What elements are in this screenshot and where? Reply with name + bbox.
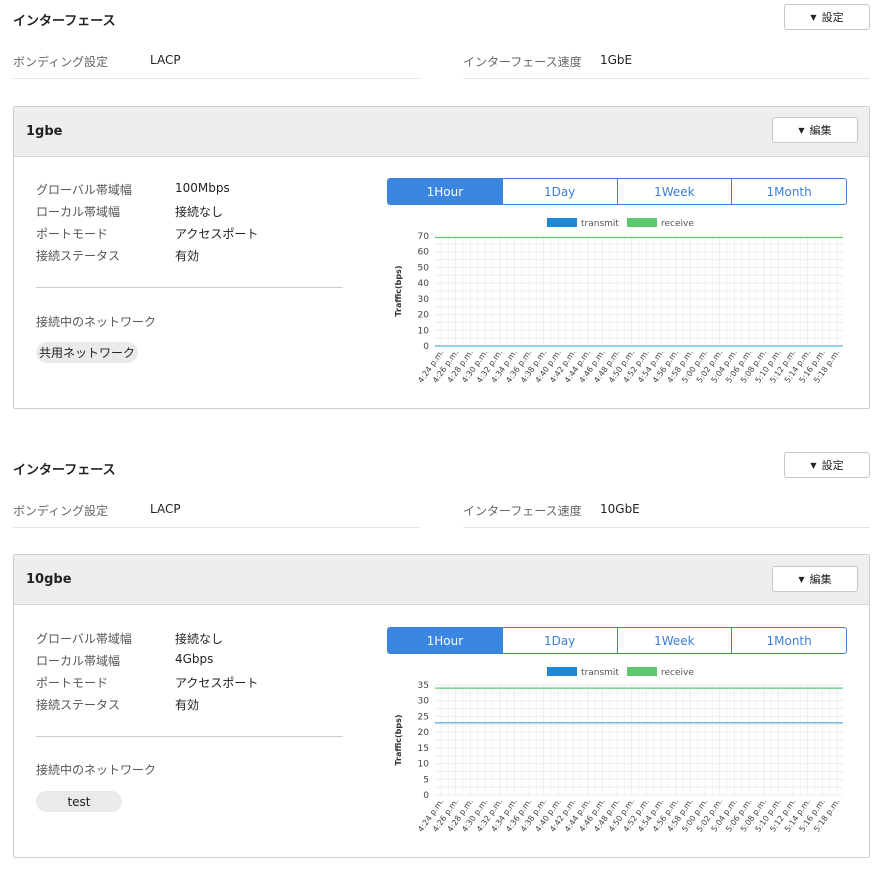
y-axis-label: Traffic(bps) [394, 714, 403, 765]
port-mode-label: ポートモード [36, 676, 109, 690]
divider [36, 736, 343, 737]
card-title: 10gbe [26, 572, 72, 587]
global-bandwidth-label: グローバル帯域幅 [36, 183, 132, 197]
connected-network-label: 接続中のネットワーク [36, 763, 157, 777]
global-bandwidth-label: グローバル帯域幅 [36, 632, 132, 646]
interface-speed-row: インターフェース速度 1GbE [463, 53, 870, 79]
connection-status-label: 接続ステータス [36, 249, 121, 263]
connected-network-label: 接続中のネットワーク [36, 315, 157, 329]
y-tick-label: 15 [418, 744, 429, 754]
tab-1week[interactable]: 1Week [616, 179, 732, 204]
bonding-setting-value: LACP [150, 502, 181, 516]
y-tick-label: 20 [418, 728, 430, 738]
settings-button-label: 設定 [821, 459, 844, 472]
port-mode-value: アクセスポート [175, 676, 259, 690]
connection-status-label: 接続ステータス [36, 698, 121, 712]
legend-label-transmit: transmit [581, 219, 619, 229]
interface-card: 1gbe ▼ 編集 グローバル帯域幅 100Mbps ローカル帯域幅 接続なし … [13, 106, 870, 409]
y-tick-label: 20 [418, 311, 430, 321]
time-range-tabs: 1Hour 1Day 1Week 1Month [387, 178, 847, 205]
caret-down-icon: ▼ [798, 125, 805, 135]
tab-1week[interactable]: 1Week [616, 628, 732, 653]
settings-button[interactable]: ▼ 設定 [784, 4, 870, 30]
bonding-setting-value: LACP [150, 53, 181, 67]
legend-swatch-transmit [547, 667, 577, 676]
local-bandwidth-label: ローカル帯域幅 [36, 654, 121, 668]
tab-1month[interactable]: 1Month [731, 179, 846, 204]
y-tick-label: 0 [423, 791, 429, 801]
y-tick-label: 70 [418, 232, 430, 242]
bonding-setting-label: ボンディング設定 [13, 55, 109, 69]
y-tick-label: 0 [423, 342, 429, 352]
legend-label-transmit: transmit [581, 668, 619, 678]
interface-speed-row: インターフェース速度 10GbE [463, 502, 870, 528]
y-tick-label: 60 [418, 248, 430, 258]
global-bandwidth-value: 100Mbps [175, 181, 230, 195]
tab-1hour[interactable]: 1Hour [388, 628, 502, 653]
bonding-setting-row: ボンディング設定 LACP [13, 502, 420, 528]
legend-swatch-transmit [547, 218, 577, 227]
bonding-setting-row: ボンディング設定 LACP [13, 53, 420, 79]
y-tick-label: 50 [418, 263, 430, 273]
edit-button-label: 編集 [809, 573, 832, 586]
local-bandwidth-value: 4Gbps [175, 652, 214, 666]
tab-1day[interactable]: 1Day [501, 179, 617, 204]
interface-speed-value: 10GbE [600, 502, 640, 516]
interface-section-1gbe: インターフェース ▼ 設定 ボンディング設定 LACP インターフェース速度 1… [0, 0, 881, 420]
y-tick-label: 25 [418, 712, 429, 722]
y-tick-label: 40 [418, 279, 430, 289]
tab-1day[interactable]: 1Day [501, 628, 617, 653]
local-bandwidth-label: ローカル帯域幅 [36, 205, 121, 219]
card-header: 1gbe ▼ 編集 [14, 107, 869, 157]
caret-down-icon: ▼ [810, 460, 817, 470]
interface-speed-value: 1GbE [600, 53, 633, 67]
traffic-chart: transmit receive 0 5 10 15 20 25 30 35 Traffic(bps… [394, 667, 843, 834]
legend-label-receive: receive [661, 219, 694, 229]
y-tick-label: 30 [418, 295, 430, 305]
card-title: 1gbe [26, 124, 63, 139]
legend-swatch-receive [627, 218, 657, 227]
y-tick-label: 5 [423, 775, 429, 785]
y-tick-label: 10 [418, 326, 430, 336]
connection-status-value: 有効 [175, 249, 200, 263]
y-tick-label: 30 [418, 697, 430, 707]
divider [36, 287, 343, 288]
caret-down-icon: ▼ [810, 12, 817, 22]
y-tick-label: 10 [418, 760, 430, 770]
edit-button[interactable]: ▼ 編集 [772, 117, 858, 143]
caret-down-icon: ▼ [798, 574, 805, 584]
legend-swatch-receive [627, 667, 657, 676]
local-bandwidth-value: 接続なし [175, 205, 224, 219]
connection-status-value: 有効 [175, 698, 200, 712]
global-bandwidth-value: 接続なし [175, 632, 224, 646]
tab-1month[interactable]: 1Month [731, 628, 846, 653]
bonding-setting-label: ボンディング設定 [13, 504, 109, 518]
network-chip[interactable]: test [36, 791, 122, 812]
section-title: インターフェース [13, 463, 116, 478]
interface-card: 10gbe ▼ 編集 グローバル帯域幅 接続なし ローカル帯域幅 4Gbps ポ… [13, 554, 870, 858]
y-tick-label: 35 [418, 681, 429, 691]
port-mode-label: ポートモード [36, 227, 109, 241]
section-title: インターフェース [13, 14, 116, 29]
card-header: 10gbe ▼ 編集 [14, 555, 869, 605]
time-range-tabs: 1Hour 1Day 1Week 1Month [387, 627, 847, 654]
interface-section-10gbe: インターフェース ▼ 設定 ボンディング設定 LACP インターフェース速度 1… [0, 448, 881, 868]
traffic-chart: transmit receive 0 10 20 30 40 50 60 70 Traffic(bp… [394, 218, 843, 385]
legend-label-receive: receive [661, 668, 694, 678]
settings-button[interactable]: ▼ 設定 [784, 452, 870, 478]
y-axis-label: Traffic(bps) [394, 265, 403, 316]
settings-button-label: 設定 [821, 11, 844, 24]
tab-1hour[interactable]: 1Hour [388, 179, 502, 204]
network-chip[interactable]: 共用ネットワーク [36, 342, 138, 363]
interface-speed-label: インターフェース速度 [463, 504, 582, 518]
edit-button-label: 編集 [809, 124, 832, 137]
edit-button[interactable]: ▼ 編集 [772, 566, 858, 592]
port-mode-value: アクセスポート [175, 227, 259, 241]
interface-speed-label: インターフェース速度 [463, 55, 582, 69]
